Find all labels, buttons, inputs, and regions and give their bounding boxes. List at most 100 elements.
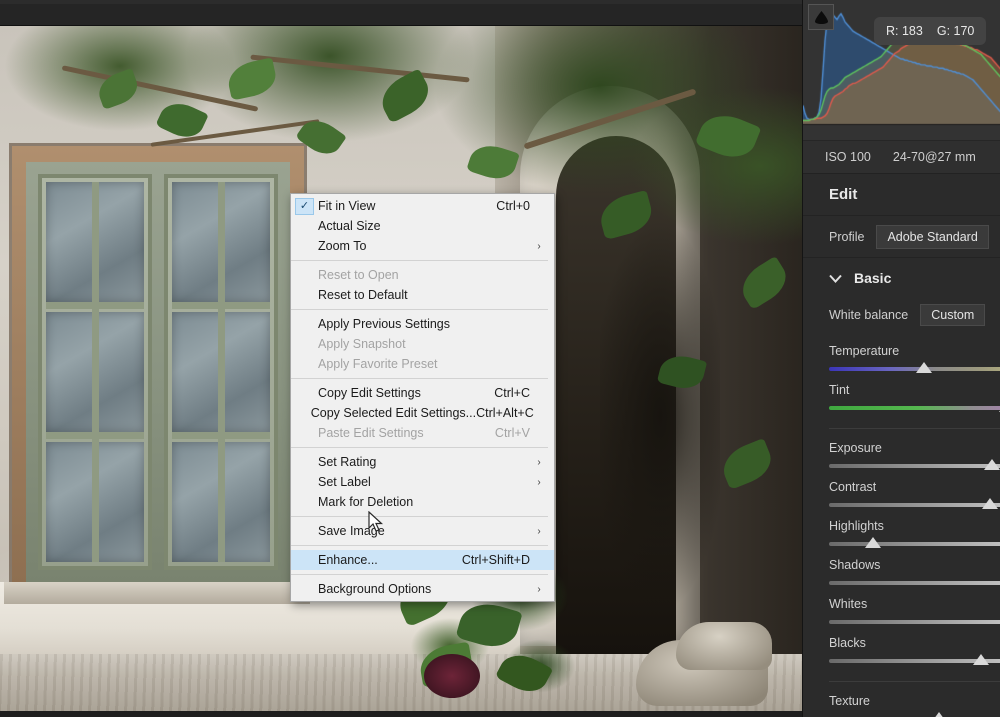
basic-slider-list: Temperature Tint Exposure Contrast Highlight… bbox=[803, 344, 1000, 717]
slider-texture[interactable]: Texture bbox=[829, 694, 1000, 717]
menu-item-label: Copy Selected Edit Settings... bbox=[310, 406, 477, 420]
slider-label: Contrast bbox=[829, 480, 877, 494]
photo-glazing-bar bbox=[46, 432, 144, 439]
menu-separator bbox=[291, 378, 548, 379]
menu-item[interactable]: Copy Edit Settings Ctrl+C bbox=[291, 383, 554, 403]
slider-temperature[interactable]: Temperature bbox=[829, 344, 1000, 373]
menu-item[interactable]: Actual Size bbox=[291, 216, 554, 236]
histogram-green-value: G: 170 bbox=[936, 24, 975, 38]
menu-item[interactable]: Copy Selected Edit Settings... Ctrl+Alt+C bbox=[291, 403, 554, 423]
menu-item: Apply Snapshot bbox=[291, 334, 554, 354]
menu-item-label: Enhance... bbox=[318, 553, 378, 567]
menu-item-label: Actual Size bbox=[318, 219, 381, 233]
menu-item[interactable]: Apply Previous Settings bbox=[291, 314, 554, 334]
toolbar-highlight-strip bbox=[0, 0, 802, 4]
menu-item[interactable]: Mark for Deletion bbox=[291, 492, 554, 512]
menu-separator bbox=[291, 309, 548, 310]
check-icon: ✓ bbox=[291, 197, 318, 215]
chevron-right-icon: › bbox=[537, 456, 541, 468]
menu-item[interactable]: Save Image › bbox=[291, 521, 554, 541]
slider-track[interactable] bbox=[829, 401, 1000, 412]
slider-track[interactable] bbox=[829, 581, 1000, 585]
slider-handle[interactable] bbox=[983, 459, 1000, 470]
image-canvas[interactable]: ✓ Fit in View Ctrl+0 Actual Size Zoom To › Res… bbox=[0, 26, 802, 711]
photo-flower bbox=[424, 654, 480, 698]
slider-contrast[interactable]: Contrast bbox=[829, 480, 1000, 509]
slider-track[interactable] bbox=[829, 654, 1000, 665]
menu-item[interactable]: ✓ Fit in View Ctrl+0 bbox=[291, 196, 554, 216]
histogram-red-value: R: 183 bbox=[886, 24, 923, 38]
menu-item-label: Mark for Deletion bbox=[318, 495, 414, 509]
menu-item[interactable]: Set Rating › bbox=[291, 452, 554, 472]
photo-glazing-bar bbox=[172, 432, 270, 439]
slider-track[interactable] bbox=[829, 537, 1000, 548]
slider-highlights[interactable]: Highlights bbox=[829, 519, 1000, 548]
slider-track[interactable] bbox=[829, 498, 1000, 509]
basic-section-header[interactable]: Basic bbox=[803, 258, 1000, 298]
slider-track[interactable] bbox=[829, 362, 1000, 373]
photo-glazing-bar bbox=[172, 302, 270, 309]
menu-item-shortcut: Ctrl+V bbox=[494, 426, 530, 440]
edit-panel-title: Edit bbox=[803, 174, 1000, 216]
slider-tint[interactable]: Tint bbox=[829, 383, 1000, 412]
slider-label: Texture bbox=[829, 694, 870, 708]
context-menu[interactable]: ✓ Fit in View Ctrl+0 Actual Size Zoom To › Res… bbox=[290, 193, 555, 602]
menu-item[interactable]: Zoom To › bbox=[291, 236, 554, 256]
histogram-panel[interactable]: R: 183 G: 170 bbox=[803, 0, 1000, 140]
menu-item-shortcut: Ctrl+0 bbox=[496, 199, 530, 213]
slider-handle[interactable] bbox=[915, 362, 932, 373]
check-icon: ✓ bbox=[295, 197, 314, 215]
slider-group-divider bbox=[829, 681, 1000, 682]
menu-item-shortcut: Ctrl+C bbox=[494, 386, 530, 400]
right-edit-panel: R: 183 G: 170 ISO 100 24-70@27 mm Edit P… bbox=[802, 0, 1000, 717]
histogram-readout-tooltip: R: 183 G: 170 bbox=[874, 17, 987, 45]
menu-item-shortcut: Ctrl+Shift+D bbox=[461, 553, 530, 567]
edit-title-text: Edit bbox=[829, 186, 858, 203]
menu-item-label: Zoom To bbox=[318, 239, 367, 253]
menu-item-label: Paste Edit Settings bbox=[318, 426, 424, 440]
photo-window-sill bbox=[4, 582, 310, 604]
menu-separator bbox=[291, 447, 548, 448]
slider-label: Highlights bbox=[829, 519, 884, 533]
slider-label: Shadows bbox=[829, 558, 881, 572]
menu-item: Paste Edit Settings Ctrl+V bbox=[291, 423, 554, 443]
profile-label: Profile bbox=[829, 229, 865, 244]
slider-exposure[interactable]: Exposure bbox=[829, 441, 1000, 470]
slider-shadows[interactable]: Shadows bbox=[829, 558, 1000, 585]
menu-item[interactable]: Reset to Default bbox=[291, 285, 554, 305]
white-balance-dropdown[interactable]: Custom bbox=[920, 304, 986, 326]
menu-item[interactable]: Enhance... Ctrl+Shift+D bbox=[291, 550, 554, 570]
slider-label: Temperature bbox=[829, 344, 900, 358]
menu-separator bbox=[291, 516, 548, 517]
basic-section-title: Basic bbox=[854, 270, 892, 286]
menu-item: Apply Favorite Preset bbox=[291, 354, 554, 374]
photo-glazing-bar bbox=[46, 302, 144, 309]
photo-stone-right bbox=[676, 622, 772, 670]
slider-handle[interactable] bbox=[865, 537, 881, 548]
menu-separator bbox=[291, 545, 548, 546]
menu-separator bbox=[291, 260, 548, 261]
menu-item-label: Apply Previous Settings bbox=[318, 317, 451, 331]
menu-item[interactable]: Set Label › bbox=[291, 472, 554, 492]
slider-handle[interactable] bbox=[972, 654, 989, 665]
slider-label: Blacks bbox=[829, 636, 866, 650]
shadow-clipping-triangle-icon[interactable] bbox=[808, 4, 834, 30]
chevron-right-icon: › bbox=[537, 525, 541, 537]
menu-item-label: Apply Snapshot bbox=[318, 337, 406, 351]
top-toolbar bbox=[0, 0, 802, 26]
white-balance-row: White balance Custom bbox=[803, 298, 1000, 332]
menu-item-label: Reset to Default bbox=[318, 288, 408, 302]
slider-track[interactable] bbox=[829, 459, 1000, 470]
slider-track[interactable] bbox=[829, 620, 1000, 624]
slider-blacks[interactable]: Blacks bbox=[829, 636, 1000, 665]
slider-handle[interactable] bbox=[931, 712, 947, 717]
profile-dropdown[interactable]: Adobe Standard bbox=[876, 224, 989, 249]
profile-row: Profile Adobe Standard bbox=[803, 216, 1000, 258]
menu-item-label: Save Image bbox=[318, 524, 385, 538]
slider-label: Whites bbox=[829, 597, 868, 611]
slider-whites[interactable]: Whites bbox=[829, 597, 1000, 624]
menu-item-shortcut: Ctrl+Alt+C bbox=[476, 406, 534, 420]
slider-handle[interactable] bbox=[981, 498, 998, 509]
menu-item[interactable]: Background Options › bbox=[291, 579, 554, 599]
chevron-right-icon: › bbox=[537, 240, 541, 252]
